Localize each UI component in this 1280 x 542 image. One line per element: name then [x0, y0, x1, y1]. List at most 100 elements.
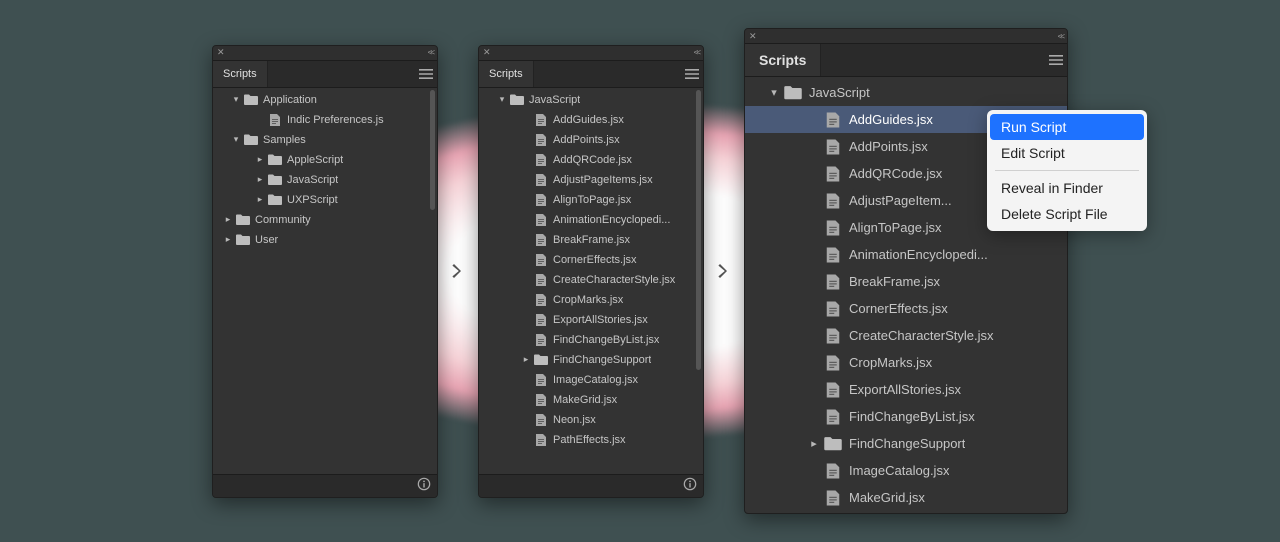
panel-footer [213, 474, 437, 497]
tree-item[interactable]: ExportAllStories.jsx [745, 376, 1067, 403]
tree-item[interactable]: ▸ UXPScript [213, 190, 437, 210]
chevron-right-icon[interactable]: ▸ [253, 194, 267, 205]
scripts-panel-2: ✕ << Scripts ▾JavaScriptAddGuid [478, 45, 704, 498]
panel-menu-button[interactable] [415, 61, 437, 87]
tree-item-label: UXPScript [287, 194, 338, 206]
folder-icon [235, 232, 251, 248]
scrollbar[interactable] [430, 90, 435, 472]
tree-item[interactable]: PathEffects.jsx [479, 430, 703, 450]
tree-item[interactable]: CropMarks.jsx [745, 349, 1067, 376]
tree-item[interactable]: ImageCatalog.jsx [479, 370, 703, 390]
tree-item-label: AdjustPageItems.jsx [553, 174, 653, 186]
tree-item[interactable]: FindChangeByList.jsx [745, 403, 1067, 430]
chevron-right-icon[interactable]: ▸ [519, 354, 533, 365]
tree-item[interactable]: ▸FindChangeSupport [479, 350, 703, 370]
menu-item[interactable]: Run Script [990, 114, 1144, 140]
tree-item[interactable]: ▾JavaScript [745, 79, 1067, 106]
tree-item-label: BreakFrame.jsx [553, 234, 630, 246]
close-icon[interactable]: ✕ [483, 48, 491, 57]
tree-item[interactable]: AddPoints.jsx [479, 130, 703, 150]
tree-item[interactable]: ImageCatalog.jsx [745, 457, 1067, 484]
menu-item[interactable]: Reveal in Finder [987, 175, 1147, 201]
tree-item[interactable]: AnimationEncyclopedi... [745, 241, 1067, 268]
tree-item[interactable]: CornerEffects.jsx [745, 295, 1067, 322]
scripts-panel-1: ✕ << Scripts ▾ApplicationIndic [212, 45, 438, 498]
tree-item[interactable]: CreateCharacterStyle.jsx [479, 270, 703, 290]
tree-item[interactable]: ▾Samples [213, 130, 437, 150]
tree-item-label: CreateCharacterStyle.jsx [553, 274, 675, 286]
script-icon [823, 245, 843, 265]
chevron-right-icon[interactable]: ▸ [221, 234, 235, 245]
tree-item[interactable]: BreakFrame.jsx [479, 230, 703, 250]
tree-item-label: User [255, 234, 278, 246]
tree-item[interactable]: MakeGrid.jsx [745, 484, 1067, 511]
script-icon [533, 232, 549, 248]
chevron-right-icon[interactable]: ▸ [253, 154, 267, 165]
tree-item[interactable]: ▾JavaScript [479, 90, 703, 110]
script-tree[interactable]: ▾ApplicationIndic Preferences.js▾Samples… [213, 88, 437, 474]
chevron-right-icon[interactable]: ▸ [221, 214, 235, 225]
chevron-down-icon[interactable]: ▾ [765, 86, 783, 99]
tree-item[interactable]: ▸ User [213, 230, 437, 250]
menu-item[interactable]: Delete Script File [987, 201, 1147, 227]
chevron-down-icon[interactable]: ▾ [495, 94, 509, 105]
script-icon [533, 272, 549, 288]
tree-item[interactable]: CornerEffects.jsx [479, 250, 703, 270]
tree-item[interactable]: ▸JavaScript [213, 170, 437, 190]
tree-item[interactable]: MakeGrid.jsx [479, 390, 703, 410]
script-tree[interactable]: ▾JavaScriptAddGuides.jsx AddPoints.jsx Add… [479, 88, 703, 474]
scroll-thumb[interactable] [696, 90, 701, 370]
script-icon [533, 252, 549, 268]
panel-menu-button[interactable] [1045, 44, 1067, 76]
tree-item[interactable]: Indic Preferences.js [213, 110, 437, 130]
tree-item-label: FindChangeByList.jsx [553, 334, 659, 346]
tree-item-label: Neon.jsx [553, 414, 596, 426]
tree-item[interactable]: FindChangeByList.jsx [479, 330, 703, 350]
script-icon [267, 112, 283, 128]
tree-item-label: ExportAllStories.jsx [553, 314, 648, 326]
chevron-right-icon[interactable]: ▸ [805, 437, 823, 450]
tree-item[interactable]: Neon.jsx [479, 410, 703, 430]
collapse-icon[interactable]: << [1058, 32, 1063, 41]
tree-item[interactable]: AddQRCode.jsx [479, 150, 703, 170]
info-icon[interactable] [417, 477, 431, 494]
tab-scripts[interactable]: Scripts [745, 44, 821, 76]
chevron-down-icon[interactable]: ▾ [229, 94, 243, 105]
tree-item[interactable]: AlignToPage.jsx [479, 190, 703, 210]
tree-item-label: ImageCatalog.jsx [553, 374, 638, 386]
chevron-right-icon[interactable]: ▸ [253, 174, 267, 185]
scrollbar[interactable] [696, 90, 701, 472]
tree-item-label: CornerEffects.jsx [849, 301, 948, 316]
tree-item[interactable]: CreateCharacterStyle.jsx [745, 322, 1067, 349]
script-icon [533, 372, 549, 388]
tree-item[interactable]: AdjustPageItems.jsx [479, 170, 703, 190]
tree-item[interactable]: BreakFrame.jsx [745, 268, 1067, 295]
panel-menu-button[interactable] [681, 61, 703, 87]
script-icon [823, 380, 843, 400]
arrow-icon [704, 262, 744, 280]
tree-item[interactable]: ▸Community [213, 210, 437, 230]
close-icon[interactable]: ✕ [749, 32, 757, 41]
script-icon [533, 292, 549, 308]
tree-item[interactable]: CropMarks.jsx [479, 290, 703, 310]
script-icon [823, 218, 843, 238]
tree-item[interactable]: AddGuides.jsx [479, 110, 703, 130]
collapse-icon[interactable]: << [428, 48, 433, 57]
tab-scripts[interactable]: Scripts [479, 61, 534, 87]
chevron-down-icon[interactable]: ▾ [229, 134, 243, 145]
tab-scripts[interactable]: Scripts [213, 61, 268, 87]
tree-item[interactable]: ▾Application [213, 90, 437, 110]
folder-icon [243, 132, 259, 148]
collapse-icon[interactable]: << [694, 48, 699, 57]
tree-item[interactable]: ▸FindChangeSupport [745, 430, 1067, 457]
tree-item[interactable]: ▸AppleScript [213, 150, 437, 170]
scroll-thumb[interactable] [430, 90, 435, 210]
tree-item[interactable]: AnimationEncyclopedi... [479, 210, 703, 230]
info-icon[interactable] [683, 477, 697, 494]
tree-item[interactable]: ExportAllStories.jsx [479, 310, 703, 330]
close-icon[interactable]: ✕ [217, 48, 225, 57]
script-icon [533, 112, 549, 128]
menu-item[interactable]: Edit Script [987, 140, 1147, 166]
tree-item-label: CornerEffects.jsx [553, 254, 637, 266]
tree-item-label: AddPoints.jsx [553, 134, 620, 146]
